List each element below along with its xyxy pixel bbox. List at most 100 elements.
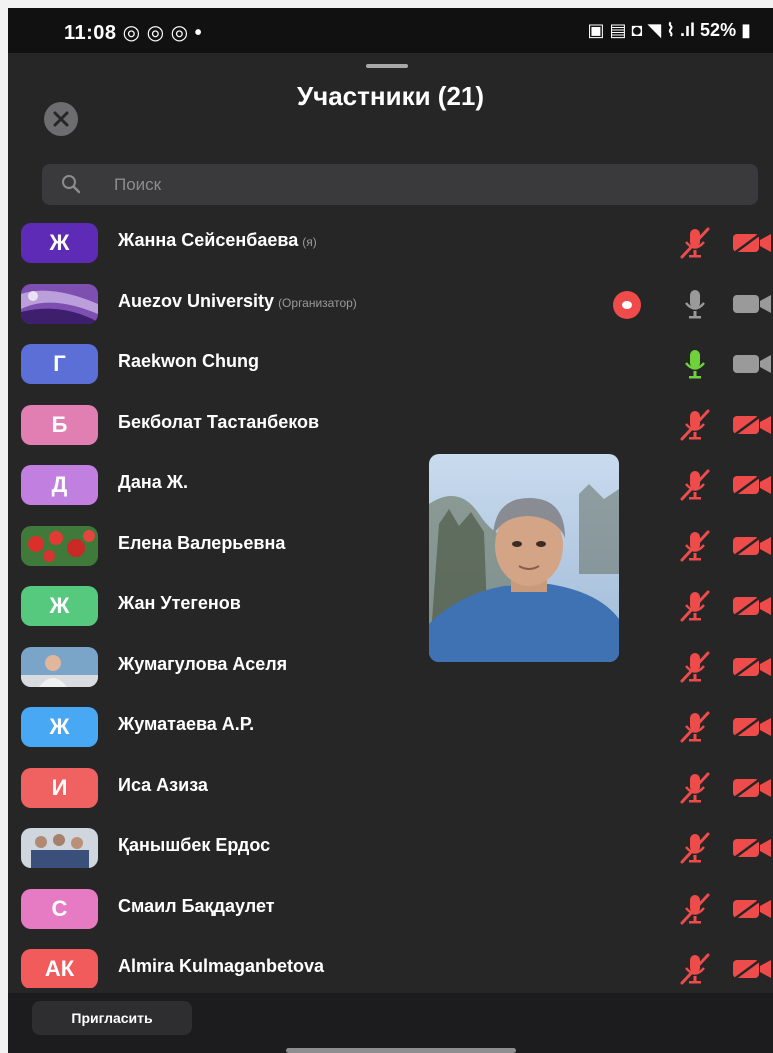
participant-name: Auezov University (Организатор) [118, 291, 357, 312]
camera-off-icon[interactable] [731, 230, 773, 261]
avatar: Б [21, 404, 98, 445]
search-bar[interactable] [42, 164, 758, 205]
participants-panel: 11:08 ◎ ◎ ◎ • ▣ ▤ ◘ ◥ ⌇ .ıl 52% ▮ Участн… [8, 8, 773, 1053]
mic-icon[interactable] [678, 286, 712, 327]
avatar: Ж [21, 707, 98, 747]
footer: Пригласить [8, 993, 773, 1053]
participant-name-text: Almira Kulmaganbetova [118, 956, 325, 976]
participant-role: (я) [302, 235, 317, 249]
participant-name: Елена Валерьевна [118, 533, 285, 554]
mic-muted-icon[interactable] [678, 951, 712, 988]
participant-row[interactable]: Қанышбек Ердос [8, 818, 773, 878]
participant-name-text: Auezov University [118, 290, 275, 311]
camera-off-icon[interactable] [731, 533, 773, 564]
notification-icons: ◎ ◎ ◎ • [122, 22, 203, 44]
battery-level: 52% [700, 20, 737, 40]
participant-row[interactable]: И Иса Азиза [8, 758, 773, 818]
participant-row[interactable]: Елена Валерьевна [8, 516, 773, 576]
search-input[interactable] [114, 164, 714, 205]
participant-row[interactable]: Жумагулова Аселя [8, 637, 773, 697]
avatar: АК [21, 949, 98, 988]
participant-name: Дана Ж. [118, 472, 188, 493]
participant-name: Бекболат Тастанбеков [118, 412, 319, 433]
battery-icon: ▮ [741, 20, 751, 40]
mic-muted-icon[interactable] [678, 649, 712, 690]
record-icon [613, 290, 641, 319]
mic-muted-icon[interactable] [678, 467, 712, 508]
avatar [21, 828, 98, 868]
participant-row[interactable]: Г Raekwon Chung [8, 334, 773, 394]
camera-off-icon[interactable] [731, 775, 773, 806]
participant-row[interactable]: С Смаил Бақдаулет [8, 879, 773, 939]
participant-name: Almira Kulmaganbetova [118, 956, 324, 977]
participant-name-text: Бекболат Тастанбеков [118, 411, 320, 432]
participant-name-text: Иса Азиза [118, 774, 208, 795]
participant-name: Жумагулова Аселя [118, 654, 287, 675]
participant-name-text: Смаил Бақдаулет [118, 895, 275, 916]
avatar: Г [21, 344, 98, 384]
status-right: ▣ ▤ ◘ ◥ ⌇ .ıl 52% ▮ [588, 20, 752, 41]
participant-name: Жуматаева А.Р. [118, 714, 254, 735]
avatar [21, 646, 98, 687]
avatar: С [21, 888, 98, 929]
participant-name-text: Жумагулова Аселя [118, 653, 288, 674]
status-time: 11:08 ◎ ◎ ◎ • [64, 22, 203, 44]
camera-off-icon[interactable] [731, 593, 773, 624]
camera-off-icon[interactable] [731, 714, 773, 745]
avatar [21, 525, 98, 566]
mic-muted-icon[interactable] [678, 709, 712, 750]
participant-name: Қанышбек Ердос [118, 835, 270, 856]
participant-name-text: Жан Утегенов [118, 593, 241, 613]
participant-name-text: Қанышбек Ердос [118, 835, 271, 855]
participant-name: Смаил Бақдаулет [118, 896, 275, 917]
participant-row[interactable]: Д Дана Ж. [8, 455, 773, 515]
video-preview-image [429, 454, 619, 662]
participant-row[interactable]: АК Almira Kulmaganbetova [8, 939, 773, 988]
participant-name: Жанна Сейсенбаева (я) [118, 230, 317, 251]
participant-name-text: Дана Ж. [118, 472, 188, 492]
participant-name-text: Жанна Сейсенбаева [118, 230, 299, 250]
avatar: Ж [21, 223, 98, 263]
participant-row[interactable]: Ж Жуматаева А.Р. [8, 697, 773, 757]
mic-icon[interactable] [678, 346, 712, 387]
participant-row[interactable]: Ж Жанна Сейсенбаева (я) [8, 213, 773, 273]
avatar: И [21, 767, 98, 808]
mic-muted-icon[interactable] [678, 588, 712, 629]
camera-off-icon[interactable] [731, 412, 773, 443]
participant-role: (Организатор) [278, 295, 357, 310]
participant-row[interactable]: Auezov University (Организатор) [8, 274, 773, 334]
page-title: Участники (21) [296, 81, 485, 111]
participant-name-text: Жуматаева А.Р. [118, 714, 255, 734]
camera-icon[interactable] [731, 351, 773, 382]
participants-list: Ж Жанна Сейсенбаева (я) Auezov University (О… [8, 213, 773, 988]
camera-off-icon[interactable] [731, 956, 773, 987]
participant-name-text: Елена Валерьевна [118, 532, 286, 553]
avatar: Д [21, 465, 98, 505]
avatar: Ж [21, 586, 98, 626]
mic-muted-icon[interactable] [678, 770, 712, 811]
camera-off-icon[interactable] [731, 835, 773, 866]
participant-name: Raekwon Chung [118, 351, 259, 372]
camera-icon[interactable] [731, 291, 773, 322]
status-bar: 11:08 ◎ ◎ ◎ • ▣ ▤ ◘ ◥ ⌇ .ıl 52% ▮ [8, 8, 773, 53]
camera-off-icon[interactable] [731, 472, 773, 503]
participant-name: Иса Азиза [118, 775, 208, 796]
search-icon [62, 175, 81, 194]
camera-off-icon[interactable] [731, 896, 773, 927]
close-button[interactable] [44, 102, 78, 136]
invite-button[interactable]: Пригласить [32, 1001, 192, 1035]
mic-muted-icon[interactable] [678, 891, 712, 932]
participant-row[interactable]: Ж Жан Утегенов [8, 576, 773, 636]
participant-row[interactable]: Б Бекболат Тастанбеков [8, 395, 773, 455]
mic-muted-icon[interactable] [678, 407, 712, 448]
mic-muted-icon[interactable] [678, 830, 712, 871]
drag-handle[interactable] [366, 64, 408, 68]
system-icons: ▣ ▤ ◘ ◥ ⌇ .ıl [587, 20, 696, 40]
video-thumbnail[interactable] [429, 454, 619, 662]
camera-off-icon[interactable] [731, 654, 773, 685]
close-icon [53, 111, 69, 127]
home-indicator[interactable] [286, 1048, 516, 1053]
mic-muted-icon[interactable] [678, 528, 712, 569]
mic-muted-icon[interactable] [678, 225, 712, 266]
participant-name-text: Raekwon Chung [118, 351, 260, 371]
